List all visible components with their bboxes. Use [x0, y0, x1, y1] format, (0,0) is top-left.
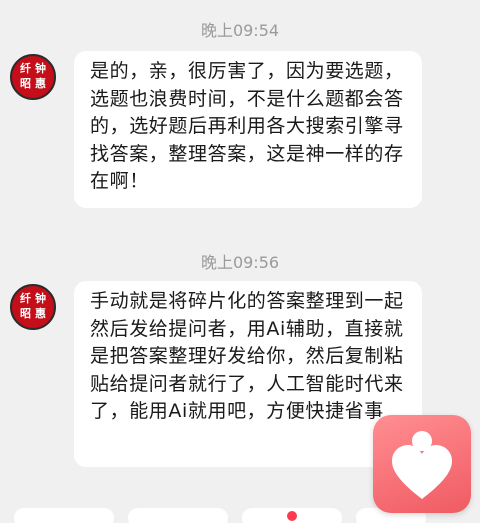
avatar-seal-icon: 纤 钟 昭 惠	[20, 292, 46, 320]
message-timestamp: 晚上09:54	[200, 21, 280, 40]
message-bubble[interactable]: 是的，亲，很厉害了，因为要选题，选题也浪费时间，不是什么题都会答的，选好题后再利…	[74, 51, 422, 208]
quick-reply-chip[interactable]	[242, 508, 342, 523]
avatar[interactable]: 纤 钟 昭 惠	[10, 54, 56, 100]
avatar[interactable]: 纤 钟 昭 惠	[10, 284, 56, 330]
avatar-seal-icon: 纤 钟 昭 惠	[20, 62, 46, 90]
floating-like-button[interactable]	[373, 415, 471, 513]
message-bubble[interactable]: 手动就是将碎片化的答案整理到一起然后发给提问者，用Ai辅助，直接就是把答案整理好…	[74, 281, 422, 467]
quick-reply-chip[interactable]	[128, 508, 228, 523]
message-timestamp: 晚上09:56	[200, 253, 280, 272]
notification-dot-icon	[287, 511, 297, 521]
chat-window: 晚上09:54 纤 钟 昭 惠 是的，亲，很厉害了，因为要选题，选题也浪费时间，…	[0, 0, 480, 523]
heart-person-icon	[392, 431, 452, 499]
quick-reply-chip[interactable]	[14, 508, 114, 523]
